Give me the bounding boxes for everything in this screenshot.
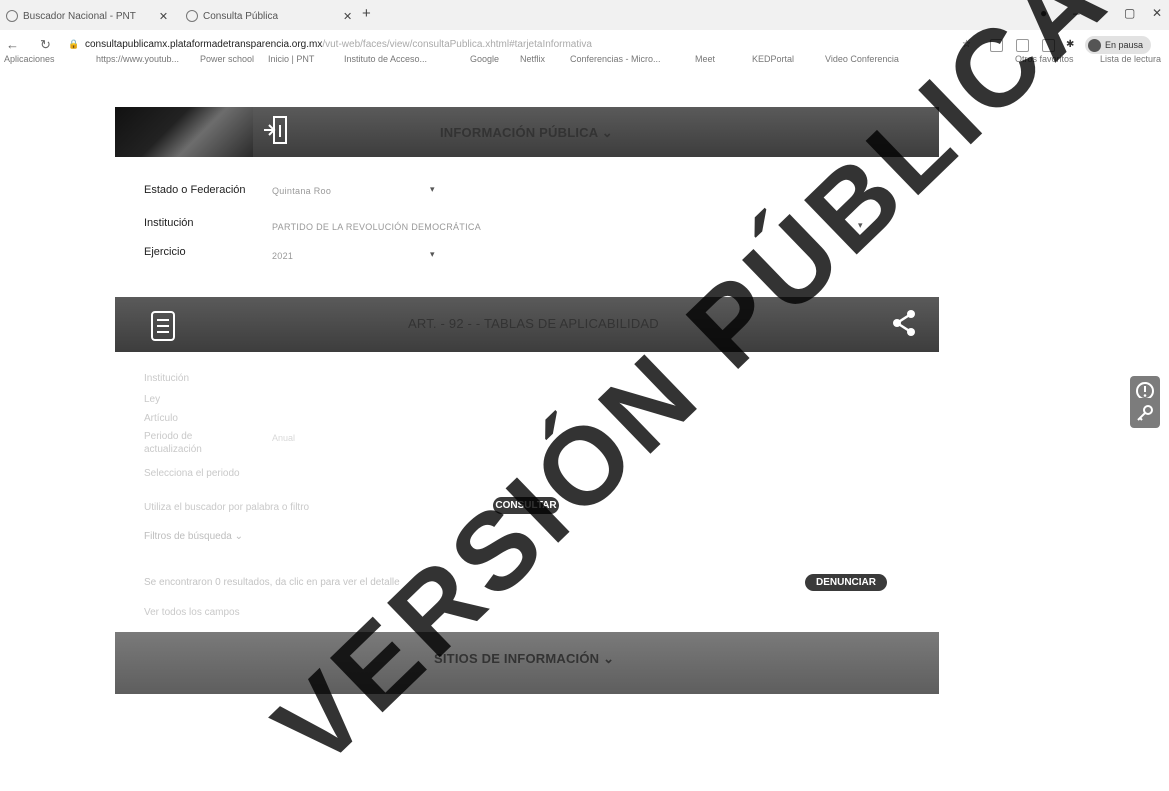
close-tab-icon[interactable]: ✕ [343,10,352,23]
lock-icon[interactable]: 🔒 [68,39,79,50]
consultar-button[interactable]: CONSULTAR [493,497,559,514]
detail-periodo-value: Anual [272,433,296,443]
bookmark-powerschool[interactable]: Power school [200,54,254,64]
new-tab-button[interactable]: + [362,5,371,22]
bookmark-video-conferencia[interactable]: Video Conferencia [825,54,899,64]
search-hint-text: Utiliza el buscador por palabra o filtro [144,502,310,513]
institution-logo [115,107,253,157]
header-title: INFORMACIÓN PÚBLICA [440,125,598,140]
bookmark-instituto[interactable]: Instituto de Acceso... [344,54,427,64]
informacion-publica-menu[interactable]: INFORMACIÓN PÚBLICA ⌄ [440,125,613,141]
ejercicio-select[interactable]: 2021 [272,251,293,261]
filtros-label: Filtros de búsqueda [144,531,232,542]
chevron-down-icon: ⌄ [603,651,615,666]
caret-down-icon[interactable]: ▾ [430,249,435,260]
detail-ley-label: Ley [144,394,161,405]
tab-consulta-publica[interactable]: Consulta Pública ✕ [186,4,352,28]
close-tab-icon[interactable]: ✕ [159,10,168,23]
detail-articulo-label: Artículo [144,413,178,424]
bookmark-pnt[interactable]: Inicio | PNT [268,54,314,64]
tab-buscador-nacional[interactable]: Buscador Nacional - PNT ✕ [6,4,168,28]
reading-list[interactable]: Lista de lectura [1100,54,1161,64]
ejercicio-label: Ejercicio [144,246,186,258]
pnt-favicon-icon [6,10,18,22]
key-icon [1137,405,1153,421]
detail-periodo-label: Periodo de actualización [144,431,202,455]
article-title: ART. - 92 - - TABLAS DE APLICABILIDAD [408,316,659,331]
star-icon[interactable]: ☆ [962,39,973,50]
bookmark-apps[interactable]: Aplicaciones [4,54,55,64]
back-arrow-icon[interactable]: ← [6,37,19,52]
bookmark-youtube[interactable]: https://www.youtub... [96,54,179,64]
sitios-informacion-menu[interactable]: SITIOS DE INFORMACIÓN ⌄ [434,651,614,667]
share-icon[interactable] [891,309,917,337]
chevron-down-icon: ⌄ [234,531,244,542]
estado-select[interactable]: Quintana Roo [272,186,331,196]
maximize-button[interactable]: ▢ [1124,6,1135,20]
bookmark-netflix[interactable]: Netflix [520,54,545,64]
tab-label: Consulta Pública [203,10,279,22]
bookmark-google[interactable]: Google [470,54,499,64]
institucion-select[interactable]: PARTIDO DE LA REVOLUCIÓN DEMOCRÁTICA [272,222,481,232]
globe-favicon-icon [186,10,198,22]
extension-icon[interactable] [1042,39,1055,52]
close-window-button[interactable]: ✕ [1152,6,1162,20]
circle-indicator-icon: ● [1040,6,1048,20]
extension-icon[interactable] [990,39,1003,52]
url-field[interactable]: consultapublicamx.plataformadetransparen… [85,39,592,50]
puzzle-icon[interactable]: ✱ [1066,39,1077,50]
filtros-busqueda-toggle[interactable]: Filtros de búsqueda ⌄ [144,530,243,543]
document-list-icon [151,311,175,341]
caret-down-icon[interactable]: ▾ [858,220,863,231]
bookmark-meet[interactable]: Meet [695,54,715,64]
browser-tab-strip: Buscador Nacional - PNT ✕ Consulta Públi… [0,0,1169,30]
detail-seleccione-label: Selecciona el periodo [144,468,240,479]
denunciar-button[interactable]: DENUNCIAR [805,574,887,591]
caret-down-icon[interactable]: ▾ [430,184,435,195]
chevron-down-icon: ⌄ [601,125,613,140]
reload-icon[interactable]: ↻ [40,37,51,53]
estado-label: Estado o Federación [144,184,246,196]
profile-label: En pausa [1105,40,1144,50]
sites-title: SITIOS DE INFORMACIÓN [434,651,600,666]
bookmarks-bar: Aplicaciones https://www.youtub... Power… [0,52,1169,70]
institucion-label: Institución [144,217,194,229]
minimize-button[interactable]: – [1073,6,1080,20]
extension-icon[interactable] [1016,39,1029,52]
bookmark-conferencias[interactable]: Conferencias - Micro... [570,54,661,64]
avatar [1088,38,1101,52]
detail-institucion-label: Institución [144,373,190,384]
resultados-text: Se encontraron 0 resultados, da clic en … [144,577,400,588]
bookmark-kedportal[interactable]: KEDPortal [752,54,794,64]
bookmark-otros[interactable]: Otros favoritos [1015,54,1074,64]
login-icon[interactable] [262,113,290,147]
key-button[interactable] [1130,398,1160,428]
ver-todos-campos-link[interactable]: Ver todos los campos [144,606,240,619]
tab-label: Buscador Nacional - PNT [23,10,136,22]
